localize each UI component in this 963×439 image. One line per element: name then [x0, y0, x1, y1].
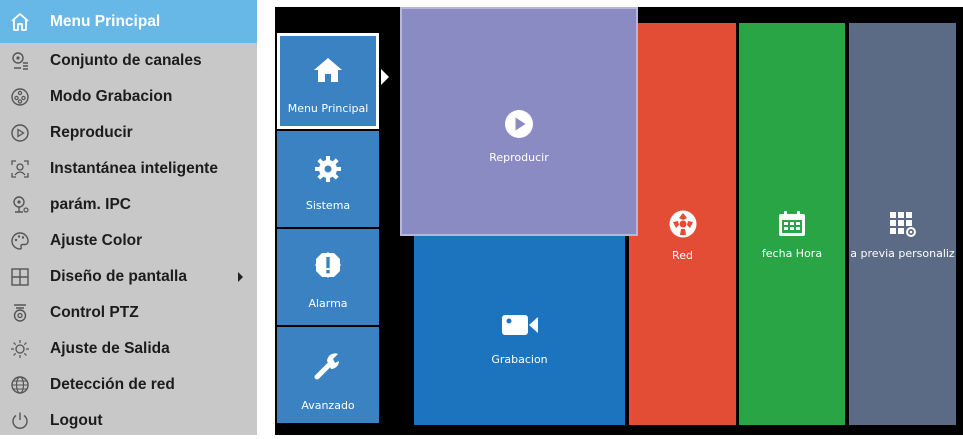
menu-item-label: Detección de red	[50, 376, 175, 393]
menu-item-ajuste-color[interactable]: Ajuste Color	[0, 223, 257, 259]
ptz-camera-icon	[0, 295, 40, 331]
menu-item-reproducir[interactable]: Reproducir	[0, 115, 257, 151]
calendar-icon	[778, 211, 806, 241]
ipc-camera-icon	[0, 187, 40, 223]
menu-item-ajuste-de-salida[interactable]: Ajuste de Salida	[0, 331, 257, 367]
wrench-icon	[313, 351, 343, 385]
palette-icon	[0, 223, 40, 259]
menu-item-menu-principal[interactable]: Menu Principal	[0, 0, 257, 43]
home-icon	[313, 56, 343, 88]
network-icon	[668, 209, 698, 243]
tile-label: a previa personaliz	[850, 247, 955, 260]
tile-red[interactable]: Red	[629, 23, 736, 425]
menu-item-label: Diseño de pantalla	[50, 268, 187, 285]
menu-item-instantanea-inteligente[interactable]: Instantánea inteligente	[0, 151, 257, 187]
menu-item-param-ipc[interactable]: parám. IPC	[0, 187, 257, 223]
menu-item-logout[interactable]: Logout	[0, 403, 257, 439]
menu-item-modo-grabacion[interactable]: Modo Grabacion	[0, 79, 257, 115]
tile-label: Avanzado	[301, 399, 355, 412]
channel-settings-icon	[0, 43, 40, 79]
alarm-icon	[314, 251, 342, 283]
menu-item-label: Modo Grabacion	[50, 88, 173, 105]
tile-label: Reproducir	[489, 151, 549, 164]
context-menu: Menu Principal Conjunto de canales Modo …	[0, 0, 257, 435]
film-reel-icon	[0, 79, 40, 115]
menu-item-label: Reproducir	[50, 124, 133, 141]
menu-item-label: Logout	[50, 412, 103, 429]
play-icon	[504, 109, 534, 143]
menu-item-label: Instantánea inteligente	[50, 160, 218, 177]
tile-avanzado[interactable]: Avanzado	[277, 327, 379, 423]
tile-alarma[interactable]: Alarma	[277, 229, 379, 325]
grid-settings-icon	[889, 211, 917, 241]
tile-grabacion[interactable]: Grabacion	[414, 235, 625, 425]
tile-label: Alarma	[308, 297, 348, 310]
selection-pointer	[381, 69, 389, 85]
menu-item-deteccion-de-red[interactable]: Detección de red	[0, 367, 257, 403]
menu-item-diseno-de-pantalla[interactable]: Diseño de pantalla	[0, 259, 257, 295]
menu-item-label: Menu Principal	[50, 12, 161, 30]
tile-menu-principal[interactable]: Menu Principal	[277, 33, 379, 129]
power-icon	[0, 403, 40, 439]
tile-label: Grabacion	[491, 353, 548, 366]
tile-sistema[interactable]: Sistema	[277, 131, 379, 227]
tile-vista-previa[interactable]: a previa personaliz	[849, 23, 956, 425]
globe-icon	[0, 367, 40, 403]
tile-label: Sistema	[305, 199, 351, 212]
main-launcher-panel: Menu Principal Sistema Alarma Avanzado G…	[275, 7, 963, 435]
home-icon	[0, 4, 40, 40]
gear-icon	[314, 155, 342, 187]
submenu-arrow-icon	[238, 272, 243, 282]
video-camera-icon	[501, 313, 539, 341]
brightness-icon	[0, 331, 40, 367]
face-snapshot-icon	[0, 151, 40, 187]
tile-label: Red	[672, 249, 693, 262]
grid-layout-icon	[0, 259, 40, 295]
menu-item-label: Ajuste Color	[50, 232, 143, 249]
tile-fecha-hora[interactable]: fecha Hora	[739, 23, 845, 425]
menu-item-label: Conjunto de canales	[50, 52, 202, 69]
menu-item-control-ptz[interactable]: Control PTZ	[0, 295, 257, 331]
menu-item-conjunto-de-canales[interactable]: Conjunto de canales	[0, 43, 257, 79]
menu-item-label: Control PTZ	[50, 304, 139, 321]
menu-item-label: parám. IPC	[50, 196, 131, 213]
play-circle-icon	[0, 115, 40, 151]
tile-label: fecha Hora	[761, 247, 823, 260]
tile-label: Menu Principal	[287, 102, 369, 115]
menu-item-label: Ajuste de Salida	[50, 340, 170, 357]
tile-reproducir[interactable]: Reproducir	[400, 7, 638, 236]
